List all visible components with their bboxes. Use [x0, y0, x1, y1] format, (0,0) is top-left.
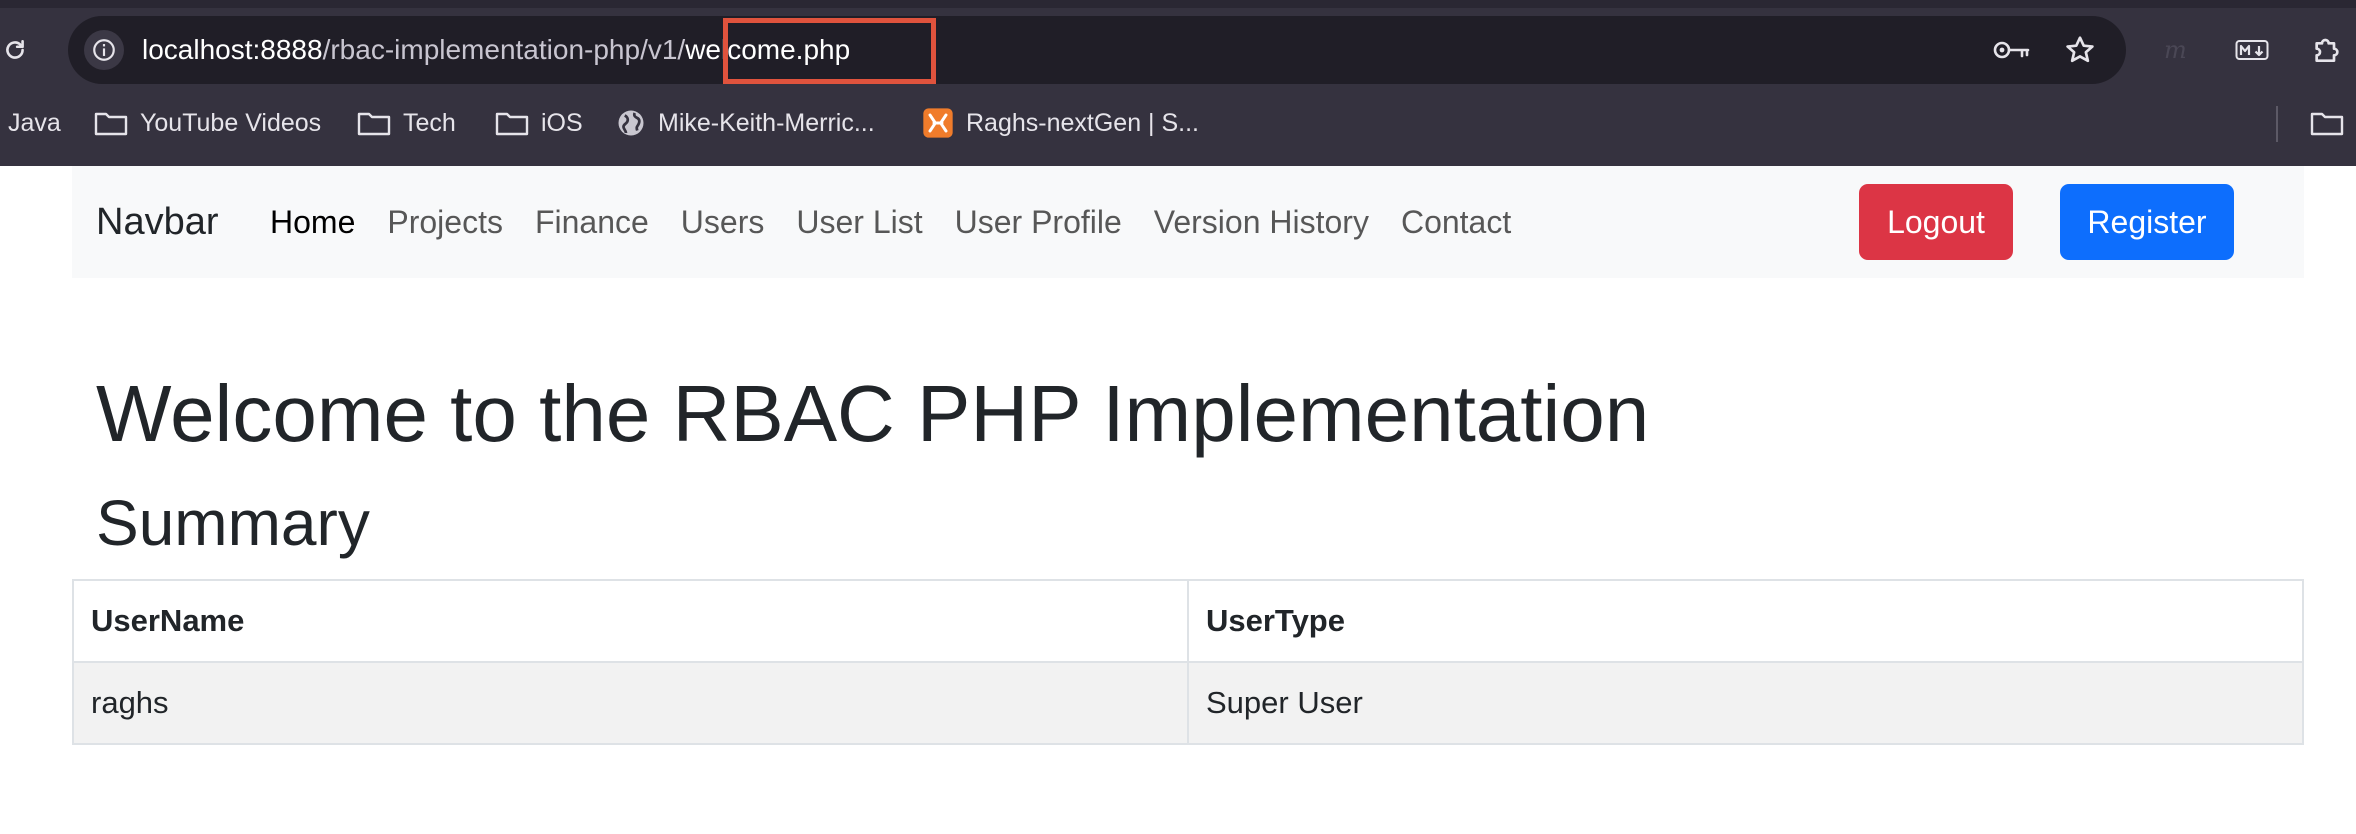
bookmark-label: Java [8, 108, 61, 137]
table-header-row: UserName UserType [72, 579, 2304, 663]
bookmark-java[interactable]: Java [8, 98, 61, 148]
nav-link-user-list[interactable]: User List [796, 204, 922, 241]
bookmark-label: YouTube Videos [140, 108, 322, 137]
nav-link-version-history[interactable]: Version History [1154, 204, 1369, 241]
tab-strip-edge [0, 0, 2356, 8]
nav-link-user-profile[interactable]: User Profile [955, 204, 1122, 241]
address-bar[interactable]: localhost:8888/rbac-implementation-php/v… [68, 16, 2126, 84]
key-icon[interactable] [1992, 32, 2032, 68]
cell-usertype: Super User [1187, 661, 2304, 745]
folder-icon [495, 109, 529, 137]
puzzle-extensions-icon[interactable] [2306, 30, 2346, 70]
bookmark-mike-keith-merric[interactable]: Mike-Keith-Merric... [616, 98, 875, 148]
table-row: raghs Super User [72, 661, 2304, 745]
nav-link-home[interactable]: Home [270, 204, 355, 241]
column-header-usertype: UserType [1187, 579, 2304, 663]
nav-link-finance[interactable]: Finance [535, 204, 649, 241]
nav-link-contact[interactable]: Contact [1401, 204, 1511, 241]
page-title: Welcome to the RBAC PHP Implementation [96, 369, 1650, 458]
bookmarks-bar: Java YouTube Videos Tech iOS Mike-Keith-… [0, 98, 2356, 148]
bookmarks-divider [2276, 106, 2278, 142]
bookmark-label: Mike-Keith-Merric... [658, 108, 875, 137]
bookmark-tech[interactable]: Tech [357, 98, 456, 148]
navbar: Navbar Home Projects Finance Users User … [72, 166, 2304, 278]
globe-icon [616, 108, 646, 138]
markdown-icon[interactable] [2232, 30, 2272, 70]
url-host: localhost:8888 [142, 34, 323, 65]
bookmark-youtube-videos[interactable]: YouTube Videos [94, 98, 321, 148]
xampp-icon [922, 107, 954, 139]
bookmark-label: Raghs-nextGen | S... [966, 108, 1199, 137]
url-path: /rbac-implementation-php/v1 [322, 34, 678, 65]
navbar-brand[interactable]: Navbar [96, 166, 219, 278]
other-bookmarks-folder[interactable] [2310, 98, 2356, 148]
register-button[interactable]: Register [2060, 184, 2234, 260]
bookmark-ios[interactable]: iOS [495, 98, 583, 148]
m-extension-icon[interactable]: m [2158, 30, 2198, 70]
folder-icon [357, 109, 391, 137]
browser-chrome: localhost:8888/rbac-implementation-php/v… [0, 0, 2356, 166]
nav-link-users[interactable]: Users [681, 204, 765, 241]
nav-link-projects[interactable]: Projects [387, 204, 503, 241]
bookmark-raghs-nextgen[interactable]: Raghs-nextGen | S... [922, 98, 1199, 148]
summary-table: UserName UserType raghs Super User [72, 579, 2304, 745]
folder-icon [94, 109, 128, 137]
reload-icon[interactable] [0, 28, 30, 72]
star-icon[interactable] [2060, 32, 2100, 68]
bookmark-label: iOS [541, 108, 583, 137]
logout-button[interactable]: Logout [1859, 184, 2013, 260]
folder-icon [2310, 109, 2344, 137]
nav-links: Home Projects Finance Users User List Us… [270, 166, 1543, 278]
bookmark-label: Tech [403, 108, 456, 137]
site-info-icon[interactable] [84, 30, 124, 70]
column-header-username: UserName [72, 579, 1189, 663]
url-highlight-annotation [723, 18, 936, 84]
svg-text:m: m [2164, 38, 2187, 62]
cell-username: raghs [72, 661, 1189, 745]
summary-heading: Summary [96, 487, 370, 559]
